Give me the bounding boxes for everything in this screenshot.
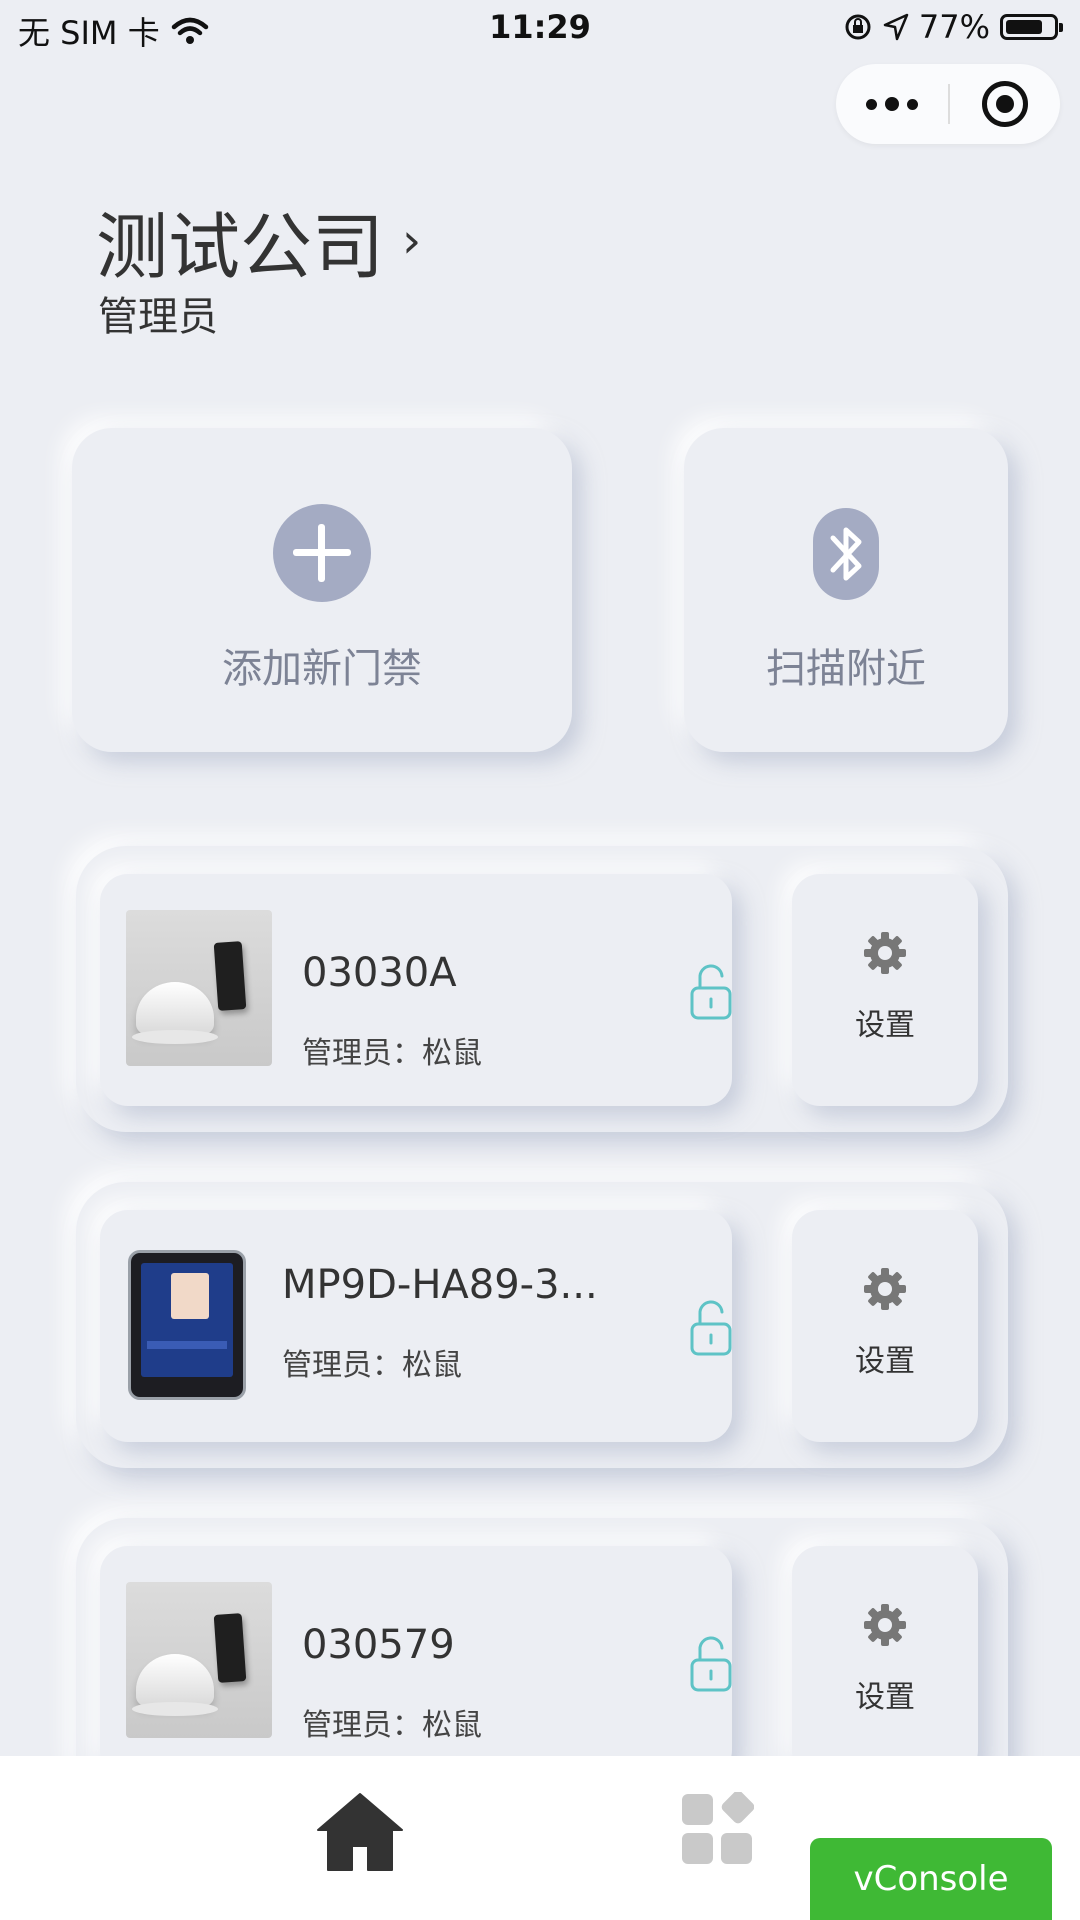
gear-icon xyxy=(864,1604,906,1646)
device-settings-button[interactable]: 设置 xyxy=(792,874,978,1106)
settings-label: 设置 xyxy=(855,1680,915,1715)
unlock-icon[interactable] xyxy=(690,964,732,1020)
device-image xyxy=(126,1248,252,1404)
gear-icon xyxy=(864,1268,906,1310)
status-bar: 无 SIM 卡 11:29 77% xyxy=(0,0,1080,56)
company-switcher[interactable]: 测试公司 › xyxy=(96,188,421,293)
status-right: 77% xyxy=(843,8,1063,46)
add-access-control-label: 添加新门禁 xyxy=(222,646,422,692)
miniprogram-capsule xyxy=(836,64,1060,144)
scan-nearby-button[interactable]: 扫描附近 xyxy=(684,428,1008,752)
device-info[interactable]: 03030A 管理员：松鼠 xyxy=(100,874,732,1106)
location-arrow-icon xyxy=(883,13,909,41)
bluetooth-icon xyxy=(813,508,879,600)
company-name: 测试公司 xyxy=(96,205,385,289)
apps-grid-icon[interactable] xyxy=(680,1792,754,1866)
device-admin: 管理员：松鼠 xyxy=(302,1708,482,1743)
unlock-icon[interactable] xyxy=(690,1300,732,1356)
device-card: 03030A 管理员：松鼠 设置 xyxy=(76,846,1008,1132)
device-admin: 管理员：松鼠 xyxy=(302,1036,482,1071)
unlock-icon[interactable] xyxy=(690,1636,732,1692)
device-info[interactable]: MP9D-HA89-3... 管理员：松鼠 xyxy=(100,1210,732,1442)
add-access-control-button[interactable]: 添加新门禁 xyxy=(72,428,572,752)
device-card: MP9D-HA89-3... 管理员：松鼠 设置 xyxy=(76,1182,1008,1468)
home-icon[interactable] xyxy=(316,1792,404,1872)
battery-icon xyxy=(1000,14,1063,40)
plus-icon xyxy=(273,504,371,602)
settings-label: 设置 xyxy=(855,1008,915,1043)
close-miniprogram-icon[interactable] xyxy=(982,81,1028,127)
capsule-divider xyxy=(948,84,950,124)
battery-percent: 77% xyxy=(918,8,990,46)
scan-nearby-label: 扫描附近 xyxy=(766,646,926,692)
device-settings-button[interactable]: 设置 xyxy=(792,1546,978,1778)
device-image xyxy=(126,1582,272,1738)
user-role: 管理员 xyxy=(98,294,218,340)
vconsole-button[interactable]: vConsole xyxy=(810,1838,1052,1920)
device-settings-button[interactable]: 设置 xyxy=(792,1210,978,1442)
device-admin: 管理员：松鼠 xyxy=(282,1348,462,1383)
device-image xyxy=(126,910,272,1066)
gear-icon xyxy=(864,932,906,974)
device-info[interactable]: 030579 管理员：松鼠 xyxy=(100,1546,732,1778)
more-menu-icon[interactable] xyxy=(836,64,948,144)
orientation-lock-icon xyxy=(845,14,871,40)
device-name: 030579 xyxy=(302,1622,455,1668)
device-name: 03030A xyxy=(302,950,457,996)
chevron-right-icon: › xyxy=(402,212,422,269)
settings-label: 设置 xyxy=(855,1344,915,1379)
device-name: MP9D-HA89-3... xyxy=(282,1262,598,1308)
